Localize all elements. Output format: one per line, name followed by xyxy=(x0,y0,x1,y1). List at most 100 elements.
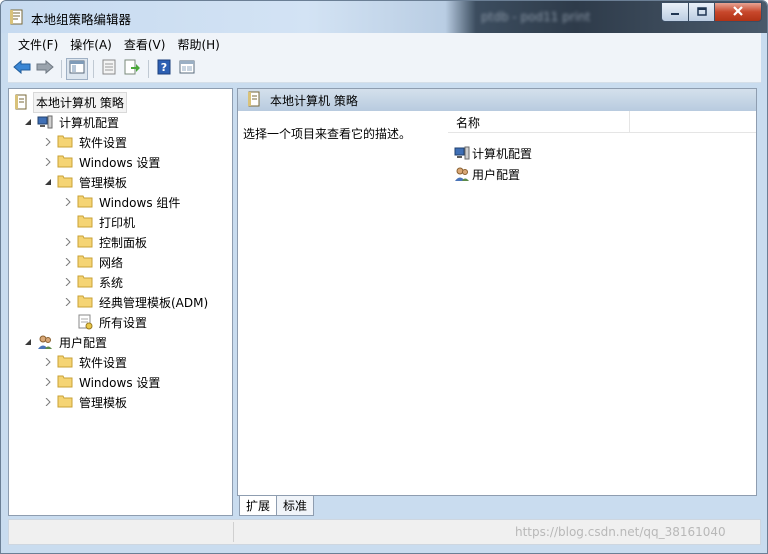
console-button[interactable] xyxy=(176,58,198,80)
tree-label: Windows 设置 xyxy=(79,155,161,170)
watermark-text: https://blog.csdn.net/qq_38161040 xyxy=(515,525,726,539)
list-item-computer-config[interactable]: 计算机配置 xyxy=(454,143,532,163)
users-icon xyxy=(454,166,470,182)
forward-icon xyxy=(36,59,54,77)
folder-icon xyxy=(57,354,73,370)
collapsed-arrow-icon[interactable] xyxy=(63,197,73,207)
folder-icon xyxy=(77,214,93,230)
tree-item-software-settings[interactable]: 软件设置 xyxy=(43,132,129,152)
back-icon xyxy=(13,59,31,77)
toolbar-separator xyxy=(148,59,149,78)
close-button[interactable] xyxy=(714,2,762,22)
close-icon xyxy=(732,5,744,19)
back-button[interactable] xyxy=(11,58,33,80)
maximize-icon xyxy=(696,5,707,19)
tree-item-user-software-settings[interactable]: 软件设置 xyxy=(43,352,129,372)
expanded-arrow-icon[interactable] xyxy=(23,117,33,127)
tree-label: 用户配置 xyxy=(59,335,108,350)
collapsed-arrow-icon[interactable] xyxy=(43,397,53,407)
menu-help[interactable]: 帮助(H) xyxy=(171,36,225,53)
tree-item-computer-config[interactable]: 计算机配置 xyxy=(23,112,121,132)
computer-icon xyxy=(454,145,470,161)
tree-item-network[interactable]: 网络 xyxy=(63,252,125,272)
tree-label: 系统 xyxy=(99,275,124,290)
tree-label: 所有设置 xyxy=(99,315,148,330)
folder-icon xyxy=(77,234,93,250)
policy-document-icon xyxy=(13,94,29,110)
all-settings-icon xyxy=(77,314,93,330)
main-window: 本地组策略编辑器 ptdb - pod11 print 文件(F) 操作(A) … xyxy=(0,0,768,554)
tree-label: Windows 设置 xyxy=(79,375,161,390)
tree-item-user-config[interactable]: 用户配置 xyxy=(23,332,109,352)
folder-icon xyxy=(77,294,93,310)
menu-file[interactable]: 文件(F) xyxy=(12,36,64,53)
tree-label: 管理模板 xyxy=(79,175,128,190)
tree-label: 控制面板 xyxy=(99,235,148,250)
tab-extended[interactable]: 扩展 xyxy=(239,496,278,516)
tree-label: 软件设置 xyxy=(79,355,128,370)
background-window-title: ptdb - pod11 print xyxy=(481,10,591,24)
maximize-button[interactable] xyxy=(688,2,715,22)
title-bar[interactable]: 本地组策略编辑器 ptdb - pod11 print xyxy=(1,1,767,33)
expanded-arrow-icon[interactable] xyxy=(23,337,33,347)
details-pane: 本地计算机 策略 选择一个项目来查看它的描述。 名称 计算机配置 用户配置 xyxy=(237,88,757,496)
export-list-button[interactable] xyxy=(121,58,143,80)
tree-item-classic-admin-templates[interactable]: 经典管理模板(ADM) xyxy=(63,292,210,312)
folder-icon xyxy=(57,394,73,410)
column-name[interactable]: 名称 xyxy=(448,111,630,133)
tree-item-system[interactable]: 系统 xyxy=(63,272,125,292)
tree-label: 软件设置 xyxy=(79,135,128,150)
menu-action[interactable]: 操作(A) xyxy=(64,36,118,53)
properties-icon xyxy=(101,59,117,78)
details-header: 本地计算机 策略 xyxy=(238,89,756,111)
status-divider xyxy=(233,522,234,542)
show-hide-tree-icon xyxy=(69,60,85,77)
collapsed-arrow-icon[interactable] xyxy=(43,137,53,147)
tree-item-user-windows-settings[interactable]: Windows 设置 xyxy=(43,372,162,392)
toolbar-separator xyxy=(61,59,62,78)
console-icon xyxy=(179,60,195,77)
list-column-header: 名称 xyxy=(448,111,756,133)
tab-standard[interactable]: 标准 xyxy=(276,496,315,516)
computer-icon xyxy=(37,114,53,130)
navigation-tree[interactable]: 本地计算机 策略 计算机配置 软件设置 Windows 设置 管理模板 Wind… xyxy=(8,88,233,516)
tree-item-windows-settings[interactable]: Windows 设置 xyxy=(43,152,162,172)
tree-item-windows-components[interactable]: Windows 组件 xyxy=(63,192,182,212)
tree-item-local-policy[interactable]: 本地计算机 策略 xyxy=(13,91,127,113)
tree-item-admin-templates[interactable]: 管理模板 xyxy=(43,172,129,192)
collapsed-arrow-icon[interactable] xyxy=(63,277,73,287)
toolbar: ? xyxy=(8,55,761,83)
minimize-button[interactable] xyxy=(661,2,689,22)
expanded-arrow-icon[interactable] xyxy=(43,177,53,187)
collapsed-arrow-icon[interactable] xyxy=(43,157,53,167)
collapsed-arrow-icon[interactable] xyxy=(63,237,73,247)
list-item-label: 计算机配置 xyxy=(472,146,533,161)
tree-item-control-panel[interactable]: 控制面板 xyxy=(63,232,149,252)
tree-label: 管理模板 xyxy=(79,395,128,410)
collapsed-arrow-icon[interactable] xyxy=(63,297,73,307)
collapsed-arrow-icon[interactable] xyxy=(43,377,53,387)
users-icon xyxy=(37,334,53,350)
menu-view[interactable]: 查看(V) xyxy=(118,36,172,53)
folder-icon xyxy=(57,374,73,390)
collapsed-arrow-icon[interactable] xyxy=(63,257,73,267)
properties-button[interactable] xyxy=(98,58,120,80)
svg-text:?: ? xyxy=(161,61,167,74)
tree-label: 计算机配置 xyxy=(59,115,120,130)
forward-button[interactable] xyxy=(34,58,56,80)
show-hide-tree-button[interactable] xyxy=(66,57,88,80)
policy-document-icon xyxy=(246,91,262,110)
help-button[interactable]: ? xyxy=(153,58,175,80)
folder-icon xyxy=(57,134,73,150)
export-list-icon xyxy=(124,59,140,78)
description-text: 选择一个项目来查看它的描述。 xyxy=(243,127,412,141)
tree-item-user-admin-templates[interactable]: 管理模板 xyxy=(43,392,129,412)
tree-item-printers[interactable]: 打印机 xyxy=(77,212,137,232)
tree-label: 网络 xyxy=(99,255,124,270)
collapsed-arrow-icon[interactable] xyxy=(43,357,53,367)
folder-icon xyxy=(57,154,73,170)
tree-label: 打印机 xyxy=(99,215,136,230)
list-item-user-config[interactable]: 用户配置 xyxy=(454,164,520,184)
tree-item-all-settings[interactable]: 所有设置 xyxy=(77,312,149,332)
help-icon: ? xyxy=(156,59,172,78)
